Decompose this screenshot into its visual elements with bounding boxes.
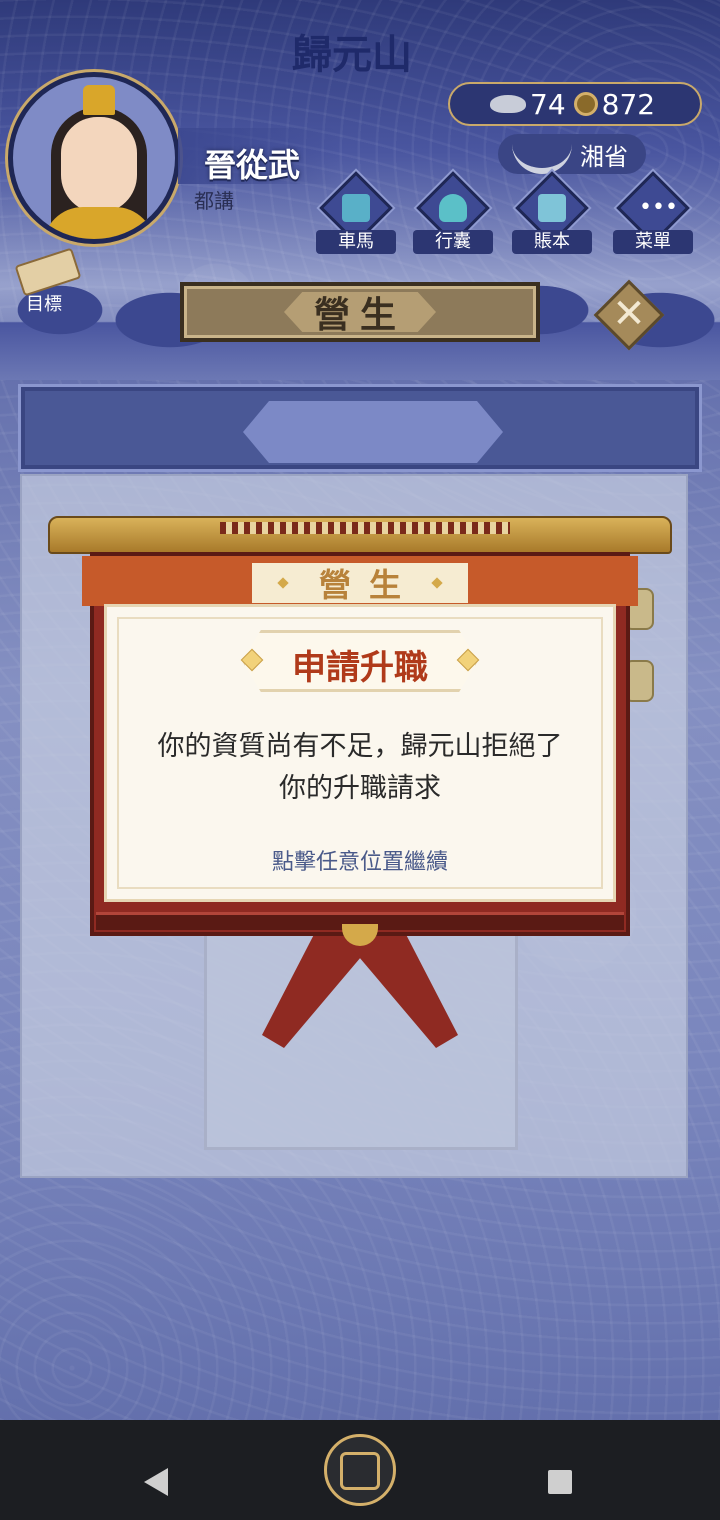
goal-label: 目標 [26,294,62,315]
diamond-ornament-icon [277,577,289,589]
player-avatar[interactable] [8,72,180,244]
ledger-icon [538,194,566,222]
location-title: 歸元山 [292,32,412,78]
coin-amount: 872 [601,87,656,121]
dialog-header-title: 營生 [318,566,419,604]
dialog-title: 申請升職 [292,648,428,688]
silver-amount: 74 [530,87,566,121]
back-icon[interactable] [144,1468,168,1496]
player-rank: 都講 [194,189,234,213]
dialog-message-line: 你的升職請求 [279,773,441,804]
close-icon[interactable]: ✕ [611,290,647,338]
menu-button-bag[interactable]: 行囊 [413,171,493,256]
page-title-plaque: 營生 [180,282,540,342]
currency-bar: 74 872 [448,82,702,126]
menu-button-carriage[interactable]: 車馬 [316,171,396,256]
bag-icon [439,194,467,222]
player-name: 晉從武 [204,146,301,184]
dialog-top-bar [48,516,672,554]
dialog-header-plate: 營生 [252,563,468,604]
silver-ingot-icon [490,95,526,113]
continue-hint[interactable]: 點擊任意位置繼續 [120,844,600,876]
dialog-pattern [220,522,510,534]
menu-label: 賬本 [512,230,592,254]
more-icon: ••• [639,195,678,220]
avatar-face [61,117,137,213]
diamond-ornament-icon [431,577,443,589]
menu-label: 行囊 [413,230,493,254]
dialog-message-line: 你的資質尚有不足，歸元山拒絕了 [157,731,563,762]
recent-apps-icon[interactable] [548,1470,572,1494]
menu-button-more[interactable]: ••• 菜單 [613,171,693,256]
menu-label: 菜單 [613,230,693,254]
dialog-message: 你的資質尚有不足，歸元山拒絕了 你的升職請求 [120,726,600,810]
copper-coin-icon [573,92,598,116]
goal-button[interactable]: 目標 [10,247,82,318]
avatar-hat [83,85,115,115]
page-title: 營生 [313,295,406,336]
menu-label: 車馬 [316,230,396,254]
share-icon [340,1452,380,1490]
location-banner [243,401,503,463]
carriage-icon [342,194,370,222]
location-chip-label: 湘省 [580,142,628,171]
location-panel [18,384,702,472]
menu-button-ledger[interactable]: 賬本 [512,171,592,256]
